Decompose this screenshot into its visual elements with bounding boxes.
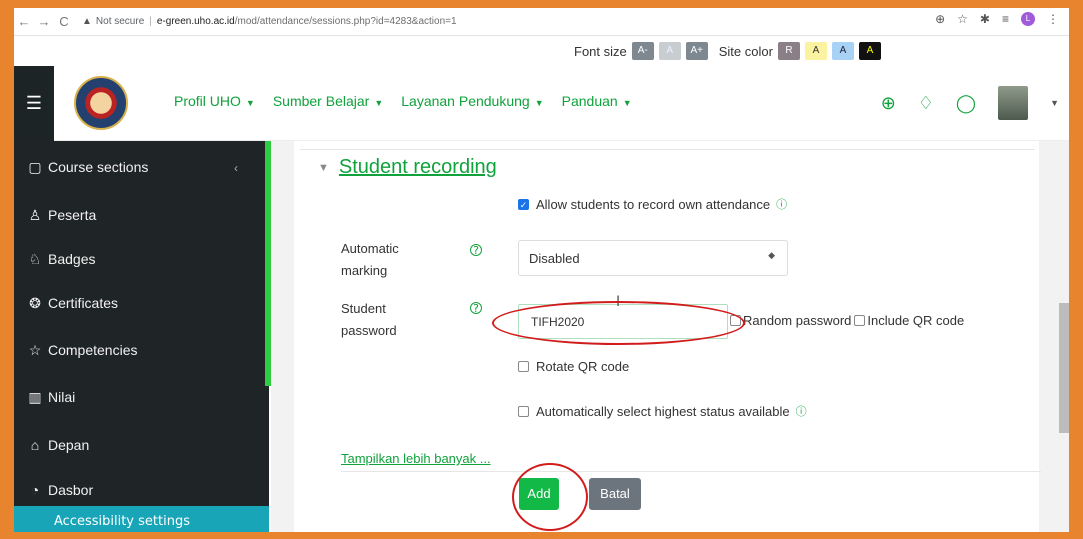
font-decrease-button[interactable]: A- [631,42,654,60]
main-navbar: ☰ Profil UHO ▼ Sumber Belajar ▼ Layanan Pe… [14,66,1069,141]
rotate-qr-checkbox[interactable] [518,361,529,372]
security-status: Not secure [95,16,145,27]
sidebar-item-competencies[interactable]: ☆ Competencies [26,338,138,362]
collapse-icon[interactable]: ‹ [234,161,238,175]
url-path: /mod/attendance/sessions.php?id=4283&act… [234,16,457,27]
help-icon[interactable]: ? [470,302,482,314]
address-bar[interactable]: ▲ Not secure | e-green.uho.ac.id /mod/at… [82,16,457,27]
certificate-icon: ❂ [29,294,41,311]
back-icon[interactable]: ← [14,14,34,29]
site-color-label: Site color [718,43,773,59]
chevron-down-icon[interactable]: ▼ [1050,98,1059,108]
menu-item-layanan-pendukung[interactable]: Layanan Pendukung ▼ [401,93,543,109]
browser-actions: ⊕ ☆ ✱ ≡ L ⋮ [935,12,1059,26]
sidebar-item-course-sections[interactable]: ▢ Course sections [26,155,148,179]
chat-icon[interactable]: ◯ [956,93,976,114]
accessibility-toolbar: Font size A- A A+ Site color R A A A [14,36,1069,66]
browser-toolbar: ← → C ▲ Not secure | e-green.uho.ac.id /… [14,8,1069,36]
reading-list-icon[interactable]: ≡ [1002,12,1009,26]
grades-icon: ▥ [28,388,42,405]
forward-icon[interactable]: → [34,14,54,29]
chrome-menu-icon[interactable]: ⋮ [1047,12,1059,26]
color-reset-button[interactable]: R [777,42,800,60]
chevron-down-icon: ▼ [318,161,329,174]
section-header[interactable]: ▼ Student recording [318,156,497,179]
bell-icon[interactable]: ♢ [918,93,934,114]
folder-icon: ▢ [28,158,42,175]
chevron-down-icon: ▼ [245,98,255,108]
font-size-label: Font size [574,43,627,59]
form-divider [341,471,1041,472]
menu-item-profil-uho[interactable]: Profil UHO ▼ [174,93,255,109]
help-icon[interactable]: ⓘ [776,196,787,212]
include-qr-checkbox[interactable] [854,315,866,326]
badges-icon: ♘ [28,250,42,267]
navbar-actions: ⊕ ♢ ◯ ▼ [881,86,1059,120]
avatar[interactable] [998,86,1029,120]
zoom-icon[interactable]: ⊕ [935,12,945,26]
chevron-down-icon: ▼ [622,98,632,108]
annotation-ellipse-add [512,463,588,531]
show-more-link[interactable]: Tampilkan lebih banyak ... [341,451,491,466]
users-icon: ♙ [28,206,42,223]
extensions-icon[interactable]: ✱ [980,12,990,26]
star-icon: ☆ [28,341,42,358]
sidebar-item-certificates[interactable]: ❂ Certificates [26,291,118,315]
sidebar-item-badges[interactable]: ♘ Badges [26,247,96,271]
allow-record-checkbox-row[interactable]: ✓ Allow students to record own attendanc… [518,196,787,212]
university-logo[interactable] [74,76,128,130]
help-icon[interactable]: ⓘ [796,403,807,419]
color-black-button[interactable]: A [858,42,881,60]
allow-record-checkbox[interactable]: ✓ [518,198,529,210]
color-blue-button[interactable]: A [831,42,854,60]
main-menu: Profil UHO ▼ Sumber Belajar ▼ Layanan Pend… [174,93,632,109]
font-increase-button[interactable]: A+ [685,42,708,60]
font-reset-button[interactable]: A [658,42,681,60]
screenshot-frame: ← → C ▲ Not secure | e-green.uho.ac.id /… [14,8,1069,532]
auto-select-row[interactable]: Automatically select highest status avai… [518,403,807,419]
home-icon: ⌂ [30,437,40,453]
password-options: Random password Include QR code [730,313,964,328]
warning-icon: ▲ [82,16,92,27]
student-password-label: Student password [341,301,397,338]
section-title: Student recording [338,156,497,178]
globe-icon[interactable]: ⊕ [881,93,896,114]
color-yellow-button[interactable]: A [804,42,827,60]
bookmark-star-icon[interactable]: ☆ [957,12,968,26]
select-arrow-icon: ◆ [768,250,775,260]
sidebar-item-peserta[interactable]: ♙ Peserta [26,203,97,227]
automatic-marking-label: Automatic marking [341,241,399,278]
cancel-button[interactable]: Batal [589,478,641,510]
chevron-down-icon: ▼ [534,98,544,108]
automatic-marking-select[interactable]: Disabled ◆ [518,240,788,276]
menu-item-panduan[interactable]: Panduan ▼ [562,93,632,109]
dashboard-icon: ◔ [30,482,40,498]
url-separator: | [149,16,152,27]
url-host: e-green.uho.ac.id [156,16,235,27]
section-divider [300,149,1035,150]
menu-item-sumber-belajar[interactable]: Sumber Belajar ▼ [273,93,383,109]
auto-select-checkbox[interactable] [518,405,529,417]
help-icon[interactable]: ? [470,244,482,256]
page-scrollbar[interactable] [1059,303,1069,433]
profile-icon[interactable]: L [1021,12,1035,26]
reload-icon[interactable]: C [54,14,74,29]
sidebar: ‹ ▢ Course sections ♙ Peserta ♘ Badges ❂ Cer… [14,141,269,532]
annotation-ellipse-password [492,301,745,345]
rotate-qr-row[interactable]: Rotate QR code [518,359,629,374]
chevron-down-icon: ▼ [374,98,384,108]
sidebar-item-dasbor[interactable]: ◔ Dasbor [26,478,93,502]
sidebar-item-nilai[interactable]: ▥ Nilai [26,385,75,409]
hamburger-menu-icon[interactable]: ☰ [14,66,54,141]
accessibility-settings-button[interactable]: Accessibility settings [14,506,269,532]
sidebar-item-depan[interactable]: ⌂ Depan [26,433,90,457]
